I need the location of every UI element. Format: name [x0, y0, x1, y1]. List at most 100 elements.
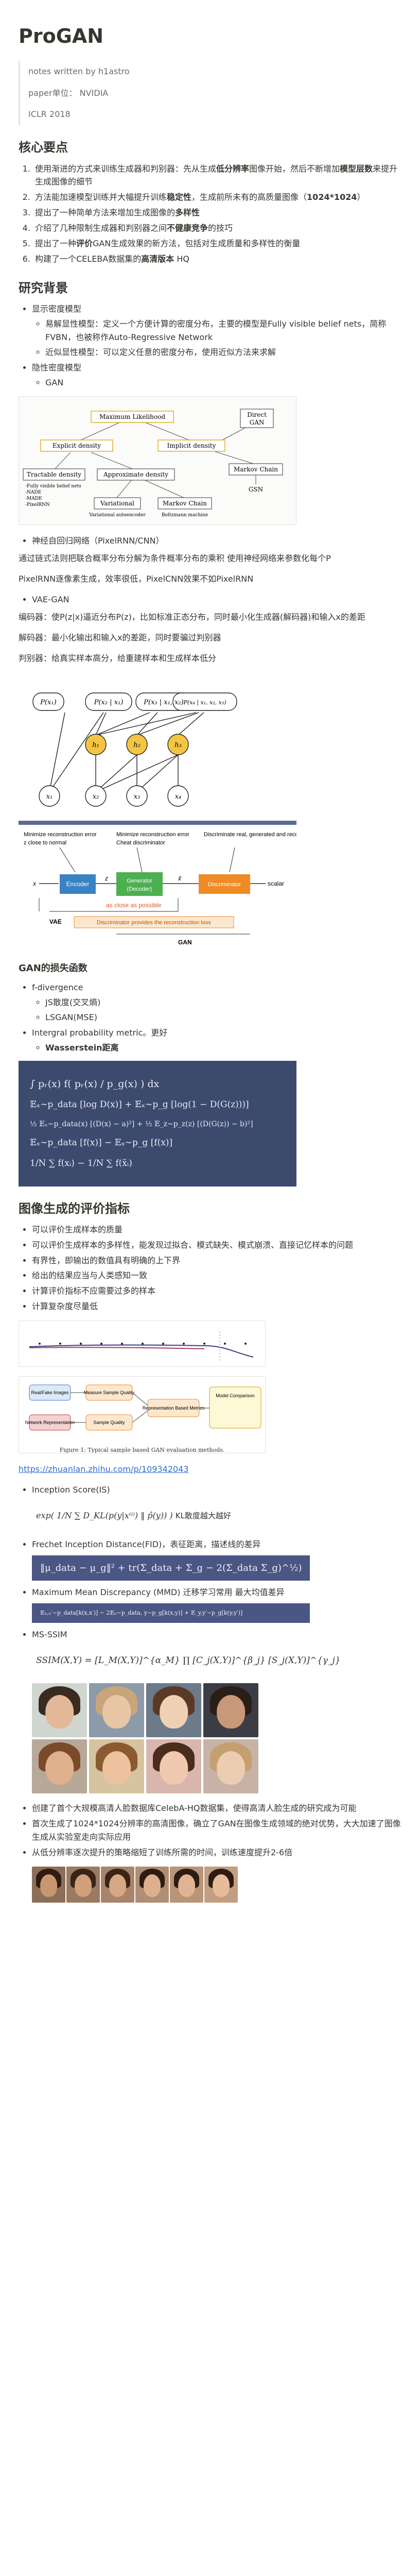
eval-flow-diagram: Real/Fake Images Measure Sample Quality …: [25, 1384, 261, 1431]
eval-criteria-item: 给出的结果应当与人类感知一致: [32, 1269, 401, 1282]
dataset-item: 从低分辨率逐次提升的策略缩短了训练所需的时间，训练速度提升2-6倍: [32, 1846, 401, 1859]
taxonomy-direct: Direct: [247, 411, 267, 418]
taxonomy-tractable: Tractable density: [27, 471, 81, 478]
fid-item: Frechet Inception Distance(FID)，表征距离，描述线…: [32, 1538, 401, 1551]
formula-fdiv: ∫ pᵣ(x) f( pᵣ(x) / p_g(x) ) dx: [30, 1078, 160, 1090]
face-image: [135, 1866, 169, 1903]
graph-node-p3: P(x₃ | x₁, x₂): [143, 699, 183, 706]
vae-gan-scalar: scalar: [268, 880, 284, 887]
document-page: ProGAN notes written by h1astro paper单位：…: [0, 0, 420, 1949]
vae-gan-diagram: Minimize reconstruction error z close to…: [19, 820, 296, 946]
graph-node-x4: x₄: [175, 793, 182, 801]
meta-quote: notes written by h1astro paper单位： NVIDIA…: [19, 60, 401, 126]
face-image: [203, 1739, 258, 1794]
eval-criteria-list: 可以评价生成样本的质量 可以评价生成样本的多样性，能发现过拟合、模式缺失、模式崩…: [19, 1223, 401, 1313]
graph-node-h3: h₃: [174, 741, 182, 749]
gan-loss-formulas: ∫ pᵣ(x) f( pᵣ(x) / p_g(x) ) dx 𝔼ₓ∼p_data…: [19, 1060, 296, 1187]
graph-node-h1: h₁: [92, 741, 99, 749]
generative-model-taxonomy-figure: Maximum Likelihood Explicit density Impl…: [19, 396, 296, 526]
flow-box: Measure Sample Quality: [84, 1390, 135, 1395]
vae-gan-xtilde: x̃: [178, 875, 182, 882]
eval-criteria-item: 可以评价生成样本的多样性，能发现过拟合、模式缺失、模式崩溃、直接记忆样本的问题: [32, 1239, 401, 1252]
face-image: [89, 1683, 144, 1738]
taxonomy-variational: Variational: [100, 500, 134, 507]
face-image: [170, 1866, 203, 1903]
pixelrnn-paragraph-2: PixelRNN逐像素生成，效率很低，PixelCNN效果不如PixelRNN: [19, 574, 254, 584]
explicit-sub-item: 近似显性模型：可以定义任意的密度分布，使用近似方法来求解: [45, 346, 401, 359]
taxonomy-tractable-sub: -Fully visible belief nets: [25, 484, 81, 489]
vae-gan-caption-2b: Cheat discriminator: [116, 840, 165, 846]
vae-gan-caption-2: Minimize reconstruction error: [116, 832, 189, 838]
vae-gan-discriminator: Discriminator: [208, 882, 241, 888]
taxonomy-gsn: GSN: [249, 486, 263, 493]
autoregressive-graph: P(x₁) P(x₂ | x₁) P(x₃ | x₁, x₂) P(x₄ | x…: [32, 692, 237, 807]
svg-text:Generator: Generator: [127, 878, 152, 884]
meta-venue: ICLR 2018: [28, 109, 71, 120]
pixelrnn-item: 神经自回归网络（PixelRNN/CNN）: [32, 534, 401, 548]
vae-gan-caption-1b: z close to normal: [24, 840, 66, 846]
taxonomy-markov-implicit: Markov Chain: [234, 466, 278, 473]
ipm-item: Intergral probability metric。更好 Wasserst…: [32, 1026, 401, 1055]
formula-empirical: 1/N ∑ f(xᵢ) − 1/N ∑ f(x̃ᵢ): [30, 1158, 132, 1168]
vae-gan-caption-3: Discriminate real, generated and reconst…: [204, 832, 296, 838]
face-image: [89, 1739, 144, 1794]
eval-dots-figure: [19, 1320, 266, 1367]
is-note: KL散度越大越好: [175, 1511, 231, 1520]
svg-text:-NADE: -NADE: [25, 490, 41, 495]
taxonomy-markov-explicit: Markov Chain: [163, 500, 207, 507]
zhihu-link[interactable]: https://zhuanlan.zhihu.com/p/109342043: [19, 1464, 189, 1474]
pixelrnn-paragraph-1: 通过链式法则把联合概率分布分解为条件概率分布的乘积 使用神经网络来参数化每个P: [19, 553, 331, 564]
flow-box: Real/Fake Images: [31, 1390, 69, 1395]
face-image: [66, 1866, 100, 1903]
flow-box: Network Representation: [25, 1420, 75, 1425]
vae-gan-caption-1: Minimize reconstruction error: [24, 832, 97, 838]
explicit-sub-item: 易解显性模型：定义一个方便计算的密度分布，主要的模型是Fully visible…: [45, 317, 401, 344]
flow-box: Representation Based Metrics: [143, 1405, 205, 1411]
meta-paper-unit: paper单位： NVIDIA: [28, 88, 109, 98]
vae-gan-vae-label: VAE: [49, 918, 62, 925]
graph-node-h2: h₂: [133, 741, 141, 749]
face-image: [204, 1866, 238, 1903]
is-formula: exp( 1/N ∑ D_KL(p(y|x⁽ⁱ⁾) ‖ p̂(y)) ): [36, 1510, 173, 1520]
vae-gan-x: x: [32, 880, 37, 887]
key-point-item: 介绍了几种限制生成器和判别器之间不健康竞争的技巧: [33, 222, 401, 235]
eval-figure-caption: Figure 1: Typical sample based GAN evalu…: [59, 1447, 225, 1454]
celeba-hq-samples: [32, 1683, 258, 1794]
implicit-sub-item: GAN: [45, 376, 401, 389]
graph-node-p1: P(x₁): [40, 699, 56, 706]
face-image: [32, 1866, 65, 1903]
fid-formula: ‖μ_data − μ_g‖² + tr(Σ_data + Σ_g − 2(Σ_…: [32, 1555, 310, 1581]
vae-gan-z: z: [104, 875, 108, 882]
vae-gan-item: VAE-GAN: [32, 593, 401, 606]
key-point-item: 构建了一个CELEBA数据集的高清版本 HQ: [33, 252, 401, 266]
face-image: [32, 1739, 87, 1794]
key-point-item: 提出了一种简单方法来增加生成图像的多样性: [33, 206, 401, 219]
explicit-density-item: 显示密度模型 易解显性模型：定义一个方便计算的密度分布，主要的模型是Fully …: [32, 302, 401, 359]
formula-ipm: 𝔼ₓ∼p_data [f(x)] − 𝔼ₓ∼p_g [f(x)]: [30, 1138, 173, 1148]
graph-node-p2: P(x₂ | x₁): [94, 699, 124, 706]
vae-gan-encoder: Encoder: [66, 880, 90, 888]
vae-encoder-paragraph: 编码器：使P(z|x)逼近分布P(z)，比如标准正态分布，同时最小化生成器(解码…: [19, 612, 365, 622]
taxonomy-gan: GAN: [250, 419, 265, 426]
heading-evaluation: 图像生成的评价指标: [19, 1201, 130, 1216]
graph-node-p4: P(x₄ | x₁, x₂, x₃): [183, 699, 226, 706]
key-point-item: 方法能加速模型训练并大幅提升训练稳定性，生成前所未有的高质量图像（1024*10…: [33, 191, 401, 204]
lsgan-item: LSGAN(MSE): [45, 1011, 401, 1024]
dataset-item: 创建了首个大规模高清人脸数据库CelebA-HQ数据集，使得高清人脸生成的研究成…: [32, 1802, 401, 1815]
background-list: 显示密度模型 易解显性模型：定义一个方便计算的密度分布，主要的模型是Fully …: [19, 302, 401, 389]
key-points-list: 使用渐进的方式来训练生成器和判别器：先从生成低分辨率图像开始，然后不断增加模型层…: [19, 162, 401, 266]
autoregressive-graph-figure: P(x₁) P(x₂ | x₁) P(x₃ | x₁, x₂) P(x₄ | x…: [19, 672, 240, 811]
taxonomy-diagram: Maximum Likelihood Explicit density Impl…: [23, 409, 283, 518]
progressive-samples-strip: [32, 1866, 238, 1903]
vae-gan-note: Discriminator provides the reconstructio…: [97, 920, 211, 926]
vae-gan-close: as close as possible: [106, 902, 162, 909]
formula-js: 𝔼ₓ∼p_data [log D(x)] + 𝔼ₓ∼p_g [log(1 − D…: [30, 1099, 249, 1110]
graph-node-x1: x₁: [46, 793, 53, 801]
face-image: [203, 1683, 258, 1738]
flow-box: Sample Quality: [93, 1420, 125, 1425]
face-image: [146, 1739, 201, 1794]
face-image: [146, 1683, 201, 1738]
implicit-density-item: 隐性密度模型 GAN: [32, 361, 401, 389]
page-title: ProGAN: [19, 25, 104, 47]
mmd-item: Maximum Mean Discrepancy (MMD) 迁移学习常用 最大…: [32, 1586, 401, 1599]
